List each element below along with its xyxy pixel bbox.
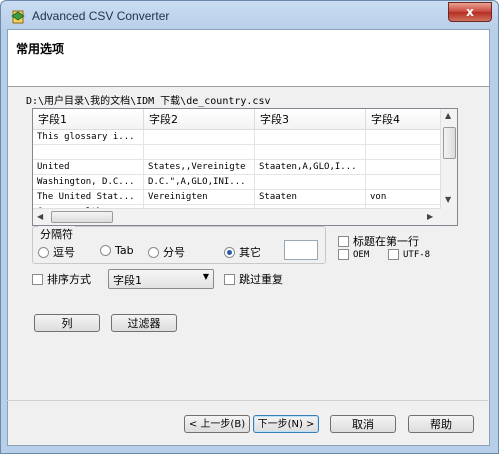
table-row[interactable]: Washington, D.C... D.C.",A,GLO,INI... xyxy=(33,174,457,190)
radio-comma[interactable]: 逗号 xyxy=(38,244,75,260)
title-bar[interactable]: Advanced CSV Converter x xyxy=(1,1,498,31)
table-cell: Washington, D.C... xyxy=(33,174,144,190)
checkbox-label: 标题在第一行 xyxy=(353,235,419,248)
table-cell: Staaten,A,GLO,I... xyxy=(254,159,366,175)
checkbox-label: 跳过重复 xyxy=(239,273,283,286)
radio-label: 逗号 xyxy=(53,246,75,259)
separator-legend: 分隔符 xyxy=(38,226,75,242)
table-cell xyxy=(254,144,366,160)
table-cell xyxy=(143,129,255,145)
table-row[interactable]: United States,,Vereinigte Staaten,A,GLO,… xyxy=(33,159,457,175)
scroll-right-icon[interactable]: ▶ xyxy=(427,212,433,221)
vertical-scroll-thumb[interactable] xyxy=(443,127,456,159)
table-row[interactable]: This glossary i... xyxy=(33,129,457,145)
back-button[interactable]: < 上一步(B) xyxy=(184,415,250,433)
checkbox-label: 排序方式 xyxy=(47,273,91,286)
chevron-down-icon[interactable]: ▼ xyxy=(203,272,209,281)
file-path: D:\用户目录\我的文档\IDM 下载\de_country.csv xyxy=(26,96,271,107)
table-cell: Vereinigten xyxy=(143,189,255,205)
horizontal-scroll-thumb[interactable] xyxy=(51,211,113,223)
checkbox-label: UTF-8 xyxy=(403,249,431,260)
next-button[interactable]: 下一步(N) > xyxy=(253,415,319,433)
radio-label: 其它 xyxy=(239,246,261,259)
column-header[interactable]: 字段1 xyxy=(33,109,144,130)
table-cell xyxy=(254,174,366,190)
table-cell: D.C.",A,GLO,INI... xyxy=(143,174,255,190)
scrollbar-corner xyxy=(441,209,457,225)
table-cell: This glossary i... xyxy=(33,129,144,145)
columns-button[interactable]: 列 xyxy=(34,314,100,332)
header-row: 字段1 字段2 字段3 字段4 xyxy=(33,109,457,130)
scroll-down-icon[interactable]: ▼ xyxy=(445,195,451,204)
sort-checkbox[interactable]: 排序方式 xyxy=(32,271,91,287)
utf8-checkbox[interactable]: UTF-8 xyxy=(388,249,430,260)
table-cell xyxy=(143,144,255,160)
skip-duplicates-checkbox[interactable]: 跳过重复 xyxy=(224,271,283,287)
oem-checkbox[interactable]: OEM xyxy=(338,249,369,260)
checkbox-box[interactable] xyxy=(388,249,399,260)
vertical-scrollbar[interactable]: ▲ ▼ xyxy=(440,109,457,209)
radio-other[interactable]: 其它 xyxy=(224,244,261,260)
checkbox-label: OEM xyxy=(353,249,370,260)
help-button[interactable]: 帮助 xyxy=(408,415,474,433)
column-header[interactable]: 字段3 xyxy=(254,109,366,130)
checkbox-box[interactable] xyxy=(224,273,235,285)
preview-table: 字段1 字段2 字段3 字段4 This glossary i... Unite… xyxy=(33,109,457,220)
cancel-button[interactable]: 取消 xyxy=(330,415,396,433)
radio-circle[interactable] xyxy=(148,246,159,258)
horizontal-scrollbar[interactable]: ◀ ▶ xyxy=(33,208,441,225)
preview-grid[interactable]: 字段1 字段2 字段3 字段4 This glossary i... Unite… xyxy=(32,108,458,226)
scroll-left-icon[interactable]: ◀ xyxy=(37,212,43,221)
close-button[interactable]: x xyxy=(448,2,492,22)
radio-label: Tab xyxy=(115,244,134,257)
scroll-up-icon[interactable]: ▲ xyxy=(445,111,451,120)
radio-circle-selected[interactable] xyxy=(224,246,235,258)
page-header: 常用选项 xyxy=(8,30,489,87)
checkbox-box[interactable] xyxy=(338,235,349,247)
radio-circle[interactable] xyxy=(100,245,111,256)
table-row[interactable] xyxy=(33,144,457,160)
page-title: 常用选项 xyxy=(16,42,65,56)
table-cell xyxy=(254,129,366,145)
filter-button[interactable]: 过滤器 xyxy=(111,314,177,332)
table-cell: Staaten xyxy=(254,189,366,205)
window-title: Advanced CSV Converter xyxy=(32,9,170,23)
other-separator-input[interactable] xyxy=(284,240,318,260)
radio-label: 分号 xyxy=(163,246,185,259)
radio-semicolon[interactable]: 分号 xyxy=(148,244,185,260)
header-first-row-checkbox[interactable]: 标题在第一行 xyxy=(338,233,419,249)
checkbox-box[interactable] xyxy=(32,273,43,285)
radio-tab[interactable]: Tab xyxy=(100,244,134,257)
close-icon: x xyxy=(466,5,474,19)
select-value: 字段1 xyxy=(113,274,142,287)
table-cell: States,,Vereinigte xyxy=(143,159,255,175)
divider xyxy=(7,400,488,401)
table-cell: The United Stat... xyxy=(33,189,144,205)
column-header[interactable]: 字段2 xyxy=(143,109,255,130)
table-row[interactable]: The United Stat... Vereinigten Staaten v… xyxy=(33,189,457,205)
sort-field-select[interactable]: 字段1 ▼ xyxy=(108,269,214,289)
checkbox-box[interactable] xyxy=(338,249,349,260)
app-icon xyxy=(11,10,25,24)
radio-circle[interactable] xyxy=(38,246,49,258)
table-cell xyxy=(33,144,144,160)
table-cell: United xyxy=(33,159,144,175)
